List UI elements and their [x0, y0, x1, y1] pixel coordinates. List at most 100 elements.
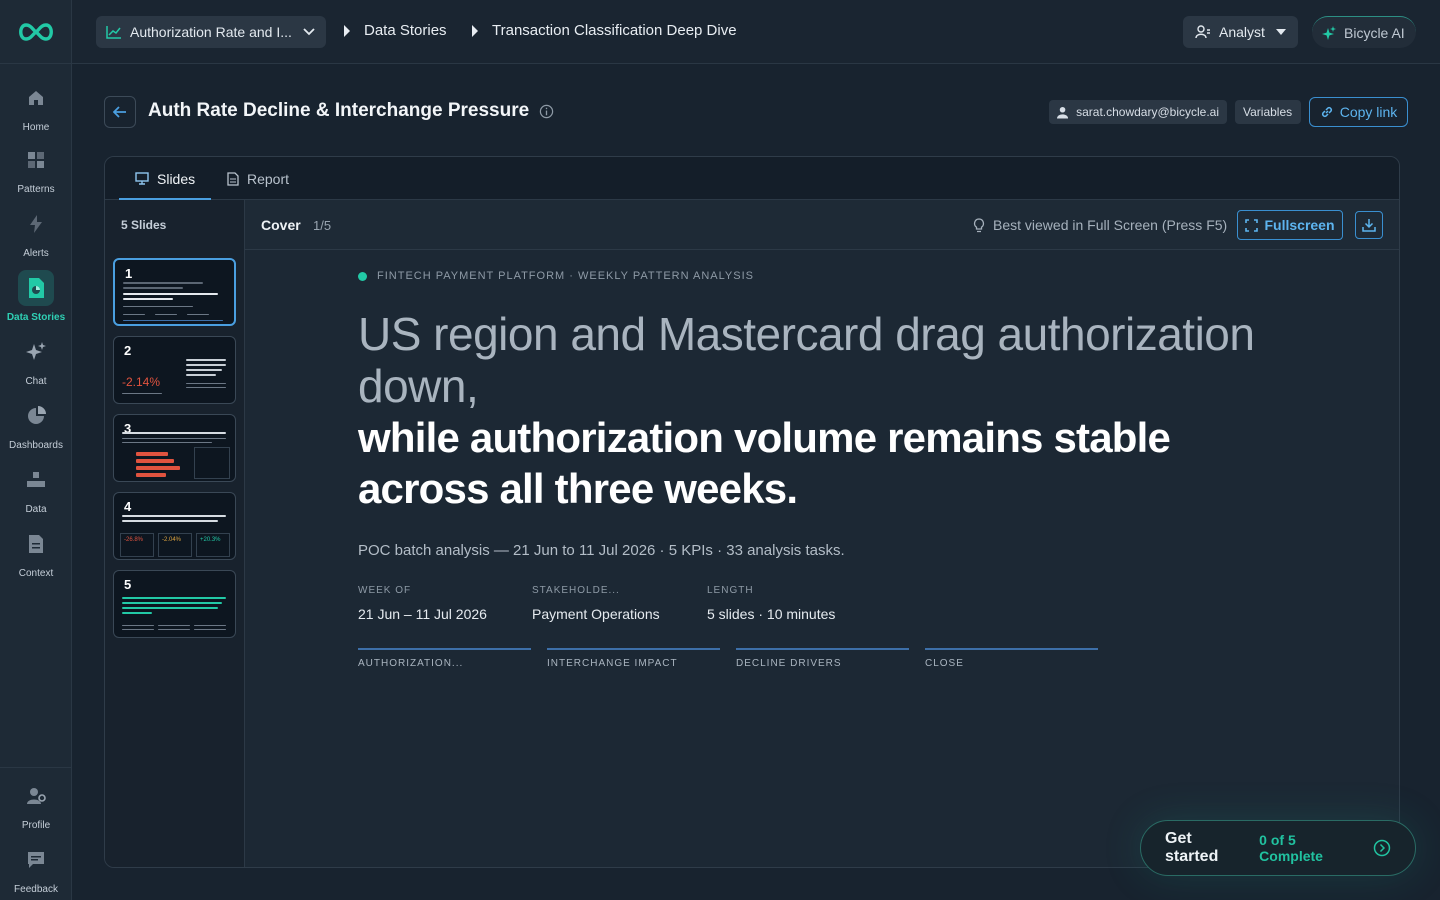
story-title-wrap: Auth Rate Decline & Interchange Pressure: [148, 100, 554, 122]
home-icon: [18, 80, 54, 116]
section-list: AUTHORIZATION... INTERCHANGE IMPACT DECL…: [358, 648, 1298, 669]
breadcrumb-label: Data Stories: [364, 22, 447, 39]
meta-length: LENGTH 5 slides · 10 minutes: [707, 585, 887, 622]
infinity-logo-icon: [18, 22, 53, 41]
app-logo[interactable]: [0, 0, 71, 64]
headline-secondary: while authorization volume remains stabl…: [358, 414, 1171, 512]
info-icon[interactable]: [539, 104, 554, 119]
thumbnail-metric: -2.04%: [158, 533, 192, 557]
nav-label: Data: [25, 504, 47, 515]
link-icon: [1321, 106, 1332, 118]
role-selector[interactable]: Analyst: [1183, 16, 1298, 48]
nav-context[interactable]: Context: [0, 526, 72, 579]
meta-value: 5 slides · 10 minutes: [707, 606, 836, 622]
nav-data[interactable]: Data: [0, 462, 72, 515]
slide-meta: WEEK OF 21 Jun – 11 Jul 2026 STAKEHOLDE.…: [358, 585, 1298, 622]
breadcrumb-arrow-icon: [472, 24, 478, 37]
data-icon: [18, 462, 54, 498]
slide-thumbnail-4[interactable]: 4 -26.8% -2.04% +20.3%: [113, 492, 236, 560]
caret-down-icon: [1276, 29, 1286, 35]
nav-data-stories[interactable]: Data Stories: [0, 270, 72, 323]
lightbulb-icon: [973, 217, 985, 232]
headline-primary: US region and Mastercard drag authorizat…: [358, 308, 1255, 412]
tab-report[interactable]: Report: [227, 157, 289, 200]
meta-key: LENGTH: [707, 585, 754, 596]
nav-label: Profile: [21, 820, 51, 831]
presentation-icon: [135, 172, 149, 185]
slide-thumbnail-5[interactable]: 5: [113, 570, 236, 638]
meta-stakeholder: STAKEHOLDE... Payment Operations: [532, 585, 665, 622]
variables-label: Variables: [1243, 105, 1293, 119]
copy-link-button[interactable]: Copy link: [1309, 97, 1408, 127]
chat-sparkle-icon: [18, 334, 54, 370]
nav-feedback[interactable]: Feedback: [0, 842, 72, 895]
nav-label: Data Stories: [6, 312, 66, 323]
breadcrumb-current[interactable]: Transaction Classification Deep Dive: [472, 22, 737, 39]
user-chip: sarat.chowdary@bicycle.ai: [1049, 100, 1227, 124]
tab-label: Report: [247, 170, 290, 187]
data-stories-icon: [18, 270, 54, 306]
nav-patterns[interactable]: Patterns: [0, 142, 72, 195]
nav-label: Feedback: [14, 884, 58, 895]
dashboards-icon: [18, 398, 54, 434]
nav-label: Context: [18, 568, 54, 579]
nav-dashboards[interactable]: Dashboards: [0, 398, 72, 451]
fullscreen-button[interactable]: Fullscreen: [1237, 210, 1343, 240]
tab-slides[interactable]: Slides: [118, 157, 212, 200]
nav-profile[interactable]: Profile: [0, 778, 72, 831]
slide-number: 5: [124, 577, 132, 592]
get-started-widget[interactable]: Get started 0 of 5 Complete: [1140, 820, 1416, 876]
meta-key: WEEK OF: [358, 585, 412, 596]
nav-alerts[interactable]: Alerts: [0, 206, 72, 259]
thumbnail-metric: -26.8%: [120, 533, 154, 557]
section-item: DECLINE DRIVERS: [736, 648, 909, 669]
slide-number: 2: [124, 343, 132, 358]
back-button[interactable]: [104, 96, 136, 128]
section-item: AUTHORIZATION...: [358, 648, 531, 669]
slide-number: 1: [125, 266, 133, 281]
slide-subtitle: POC batch analysis — 21 Jun to 11 Jul 20…: [358, 542, 845, 559]
feedback-icon: [18, 842, 54, 878]
hint-text: Best viewed in Full Screen (Press F5): [993, 217, 1228, 233]
left-navigation: Home Patterns Alerts Data Stories Chat D…: [0, 0, 72, 900]
top-bar: Authorization Rate and I... Data Stories…: [72, 0, 1440, 64]
chevron-right-circle-icon: [1373, 839, 1391, 857]
tab-bar: Slides Report: [105, 157, 1399, 200]
tab-label: Slides: [157, 170, 196, 187]
nav-label: Patterns: [17, 184, 55, 195]
nav-chat[interactable]: Chat: [0, 334, 72, 387]
nav-label: Home: [22, 122, 50, 133]
slide-thumbnail-2[interactable]: 2 -2.14%: [113, 336, 236, 404]
download-icon: [1362, 219, 1376, 232]
bicycle-ai-button[interactable]: Bicycle AI: [1312, 16, 1416, 48]
download-button[interactable]: [1355, 211, 1383, 239]
get-started-title: Get started: [1165, 830, 1219, 865]
kpi-selector[interactable]: Authorization Rate and I...: [96, 16, 326, 48]
kpi-selector-label: Authorization Rate and I...: [130, 24, 292, 40]
meta-key: STAKEHOLDE...: [532, 585, 620, 596]
breadcrumb-label: Transaction Classification Deep Dive: [492, 22, 737, 39]
slide-number: 4: [124, 499, 132, 514]
slide-thumbnail-3[interactable]: 3: [113, 414, 236, 482]
story-card: Slides Report 5 Slides 1 2 -2.14% 3 4 -2…: [104, 156, 1400, 868]
slide-position: 1/5: [313, 218, 332, 233]
profile-icon: [18, 778, 54, 814]
user-role-icon: [1195, 25, 1210, 39]
slides-count: 5 Slides: [121, 218, 167, 232]
nav-home[interactable]: Home: [0, 80, 72, 133]
user-icon: [1057, 106, 1069, 119]
slide-eyebrow: FINTECH PAYMENT PLATFORM · WEEKLY PATTER…: [358, 270, 1298, 282]
breadcrumb-data-stories[interactable]: Data Stories: [344, 22, 447, 39]
role-label: Analyst: [1219, 24, 1265, 40]
meta-value: 21 Jun – 11 Jul 2026: [358, 606, 487, 622]
fullscreen-label: Fullscreen: [1264, 217, 1335, 233]
slide-thumbnail-1[interactable]: 1: [113, 258, 236, 326]
eyebrow-text: FINTECH PAYMENT PLATFORM · WEEKLY PATTER…: [377, 270, 754, 282]
copy-link-label: Copy link: [1339, 104, 1398, 120]
line-chart-icon: [106, 26, 121, 39]
bicycle-ai-label: Bicycle AI: [1344, 24, 1405, 41]
meta-week: WEEK OF 21 Jun – 11 Jul 2026: [358, 585, 490, 622]
meta-value: Payment Operations: [532, 606, 660, 622]
section-item: CLOSE: [925, 648, 1098, 669]
variables-button[interactable]: Variables: [1235, 100, 1301, 124]
